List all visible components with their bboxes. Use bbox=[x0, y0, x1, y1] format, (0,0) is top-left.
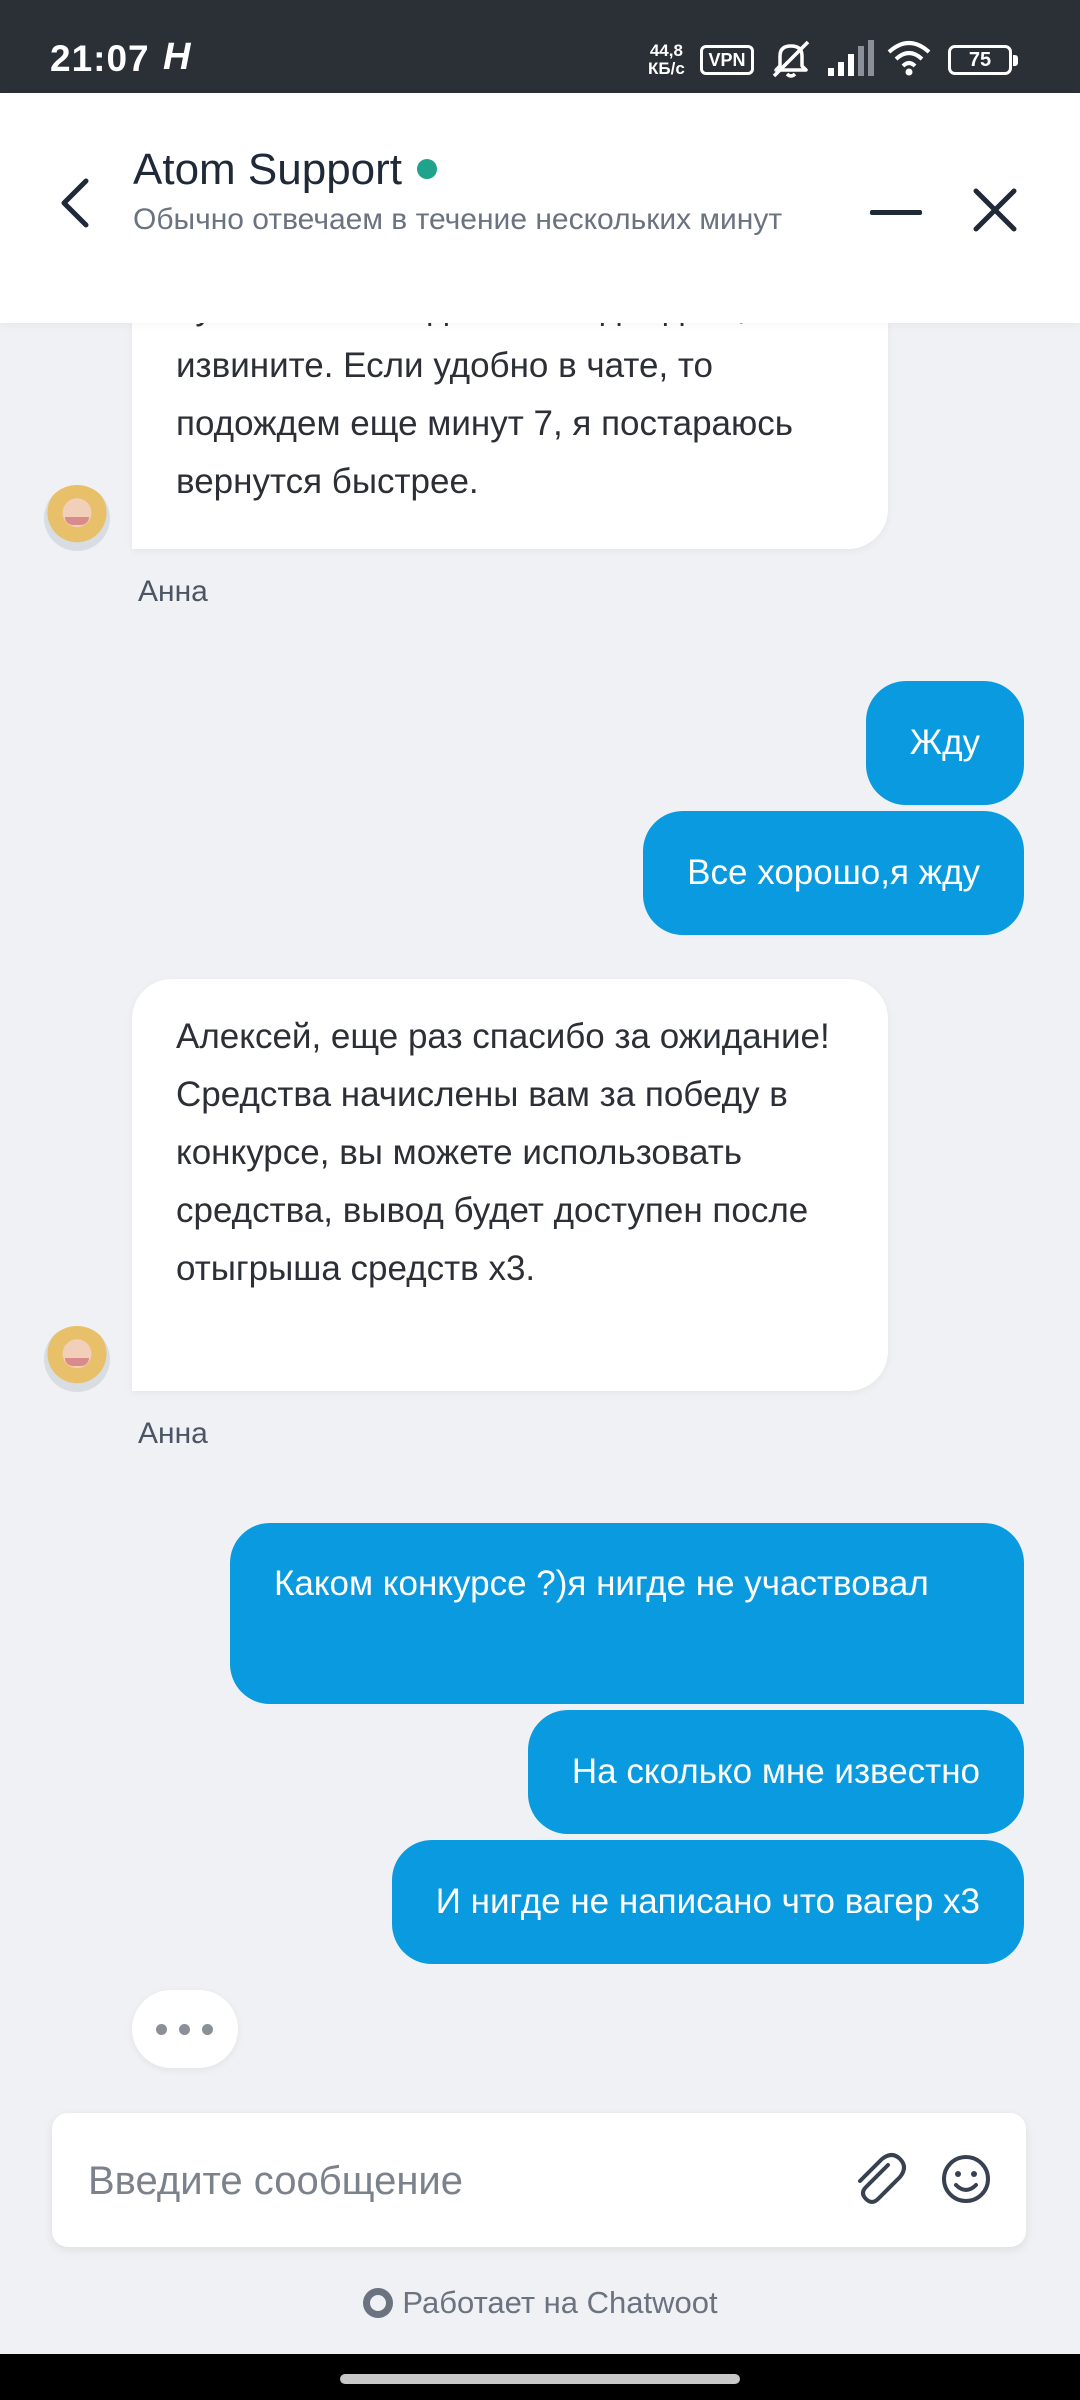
agent-avatar bbox=[44, 485, 110, 551]
close-icon[interactable] bbox=[970, 185, 1020, 235]
user-message: На сколько мне известно bbox=[527, 1710, 1024, 1834]
agent-avatar bbox=[44, 1326, 110, 1392]
chat-subtitle: Обычно отвечаем в течение нескольких мин… bbox=[133, 203, 783, 236]
typing-dot bbox=[202, 2024, 213, 2035]
status-bar: 21:07 H 44,8 КБ/с VPN 75 bbox=[0, 0, 1080, 93]
message-text: Жду bbox=[909, 723, 980, 762]
vpn-icon: VPN bbox=[700, 45, 754, 75]
message-composer bbox=[52, 2113, 1026, 2247]
system-nav-bar bbox=[0, 2354, 1080, 2400]
signal-icon bbox=[828, 40, 874, 76]
message-text: На сколько мне известно bbox=[571, 1752, 980, 1791]
sender-name: Анна bbox=[138, 575, 208, 608]
typing-indicator bbox=[132, 1990, 238, 2068]
powered-by[interactable]: Работает на Chatwoot bbox=[0, 2285, 1080, 2321]
home-gesture-bar[interactable] bbox=[340, 2374, 740, 2384]
typing-dot bbox=[179, 2024, 190, 2035]
message-text: И нигде не написано что вагер x3 bbox=[435, 1882, 980, 1921]
network-speed: 44,8 КБ/с bbox=[648, 42, 685, 78]
message-text: нужно немного дольше подождать, извините… bbox=[176, 323, 794, 501]
message-text: Все хорошо,я жду bbox=[687, 853, 980, 892]
typing-dot bbox=[156, 2024, 167, 2035]
message-list[interactable]: нужно немного дольше подождать, извините… bbox=[0, 323, 1080, 2113]
chat-title: Atom Support bbox=[133, 145, 403, 194]
user-message: Все хорошо,я жду bbox=[643, 811, 1024, 935]
online-status-dot bbox=[417, 159, 437, 179]
powered-by-text: Работает на Chatwoot bbox=[402, 2285, 718, 2320]
back-arrow-icon[interactable] bbox=[52, 173, 102, 233]
user-message: Каком конкурсе ?)я нигде не участвовал bbox=[230, 1523, 1024, 1704]
network-speed-value: 44,8 КБ/с bbox=[648, 41, 685, 78]
wifi-icon bbox=[887, 41, 931, 76]
chat-header: Atom Support Обычно отвечаем в течение н… bbox=[0, 93, 1080, 323]
user-message: Жду bbox=[865, 681, 1024, 805]
paperclip-icon[interactable] bbox=[842, 2143, 914, 2215]
agent-message: Алексей, еще раз спасибо за ожидание! Ср… bbox=[132, 979, 888, 1391]
minimize-button[interactable] bbox=[870, 203, 922, 223]
user-message: И нигде не написано что вагер x3 bbox=[391, 1840, 1024, 1964]
h-network-icon: H bbox=[163, 36, 191, 78]
agent-message: нужно немного дольше подождать, извините… bbox=[132, 323, 888, 549]
emoji-icon[interactable] bbox=[930, 2143, 1002, 2215]
status-time: 21:07 bbox=[50, 38, 150, 79]
battery-icon: 75 bbox=[948, 45, 1018, 75]
mute-vibrate-icon bbox=[772, 40, 810, 78]
message-input[interactable] bbox=[88, 2151, 848, 2211]
message-text: Каком конкурсе ?)я нигде не участвовал bbox=[274, 1564, 929, 1603]
sender-name: Анна bbox=[138, 1417, 208, 1450]
message-text: Алексей, еще раз спасибо за ожидание! Ср… bbox=[176, 1017, 830, 1288]
chatwoot-logo-icon bbox=[363, 2288, 394, 2318]
